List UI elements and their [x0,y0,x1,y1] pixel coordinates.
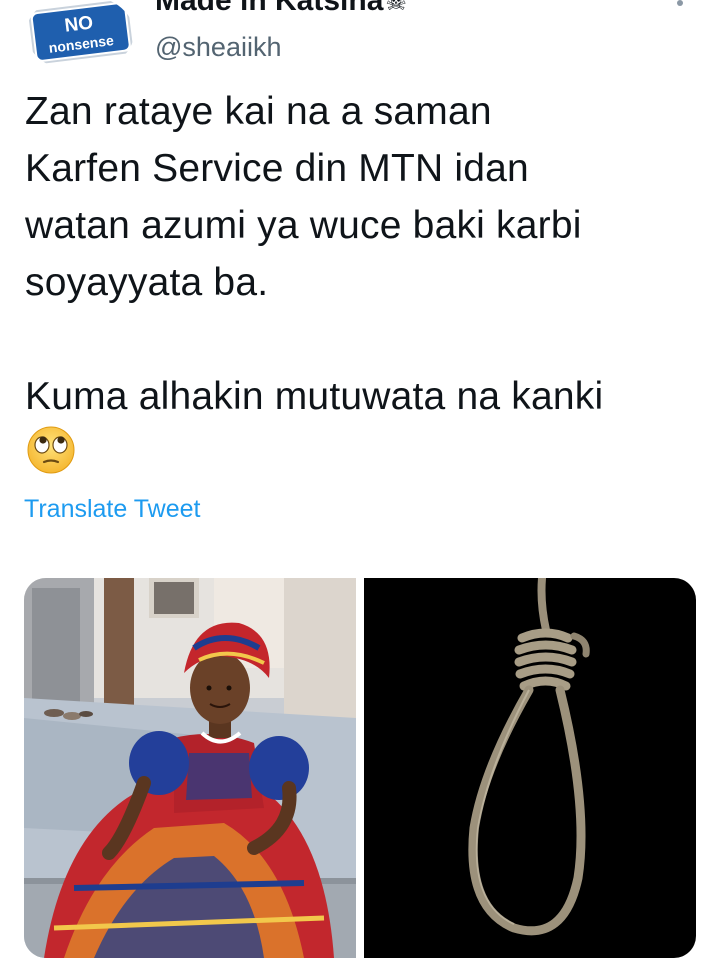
woman-photo-icon [24,578,356,958]
skull-icon: ☠ [385,0,407,16]
more-options-button[interactable] [668,0,692,16]
avatar-line1: NO [63,12,94,36]
media-grid [24,578,696,958]
no-nonsense-sign-icon: NO nonsense [26,0,134,72]
photo-noose[interactable] [364,578,696,958]
noose-icon [364,578,696,958]
display-name-text: Made in Katsina [155,0,384,17]
photo-woman-in-ankara-dress[interactable] [24,578,356,958]
display-name[interactable]: Made in Katsina☠ [155,0,407,18]
face-with-rolling-eyes-icon [27,426,75,474]
translate-tweet-link[interactable]: Translate Tweet [24,494,200,524]
tweet-detail: NO nonsense Made in Katsina☠ @sheaiikh Z… [0,0,720,961]
user-handle[interactable]: @sheaiikh [155,30,281,64]
more-vertical-icon [677,0,683,6]
avatar[interactable]: NO nonsense [26,0,134,72]
tweet-text: Zan rataye kai na a saman Karfen Service… [25,90,604,418]
